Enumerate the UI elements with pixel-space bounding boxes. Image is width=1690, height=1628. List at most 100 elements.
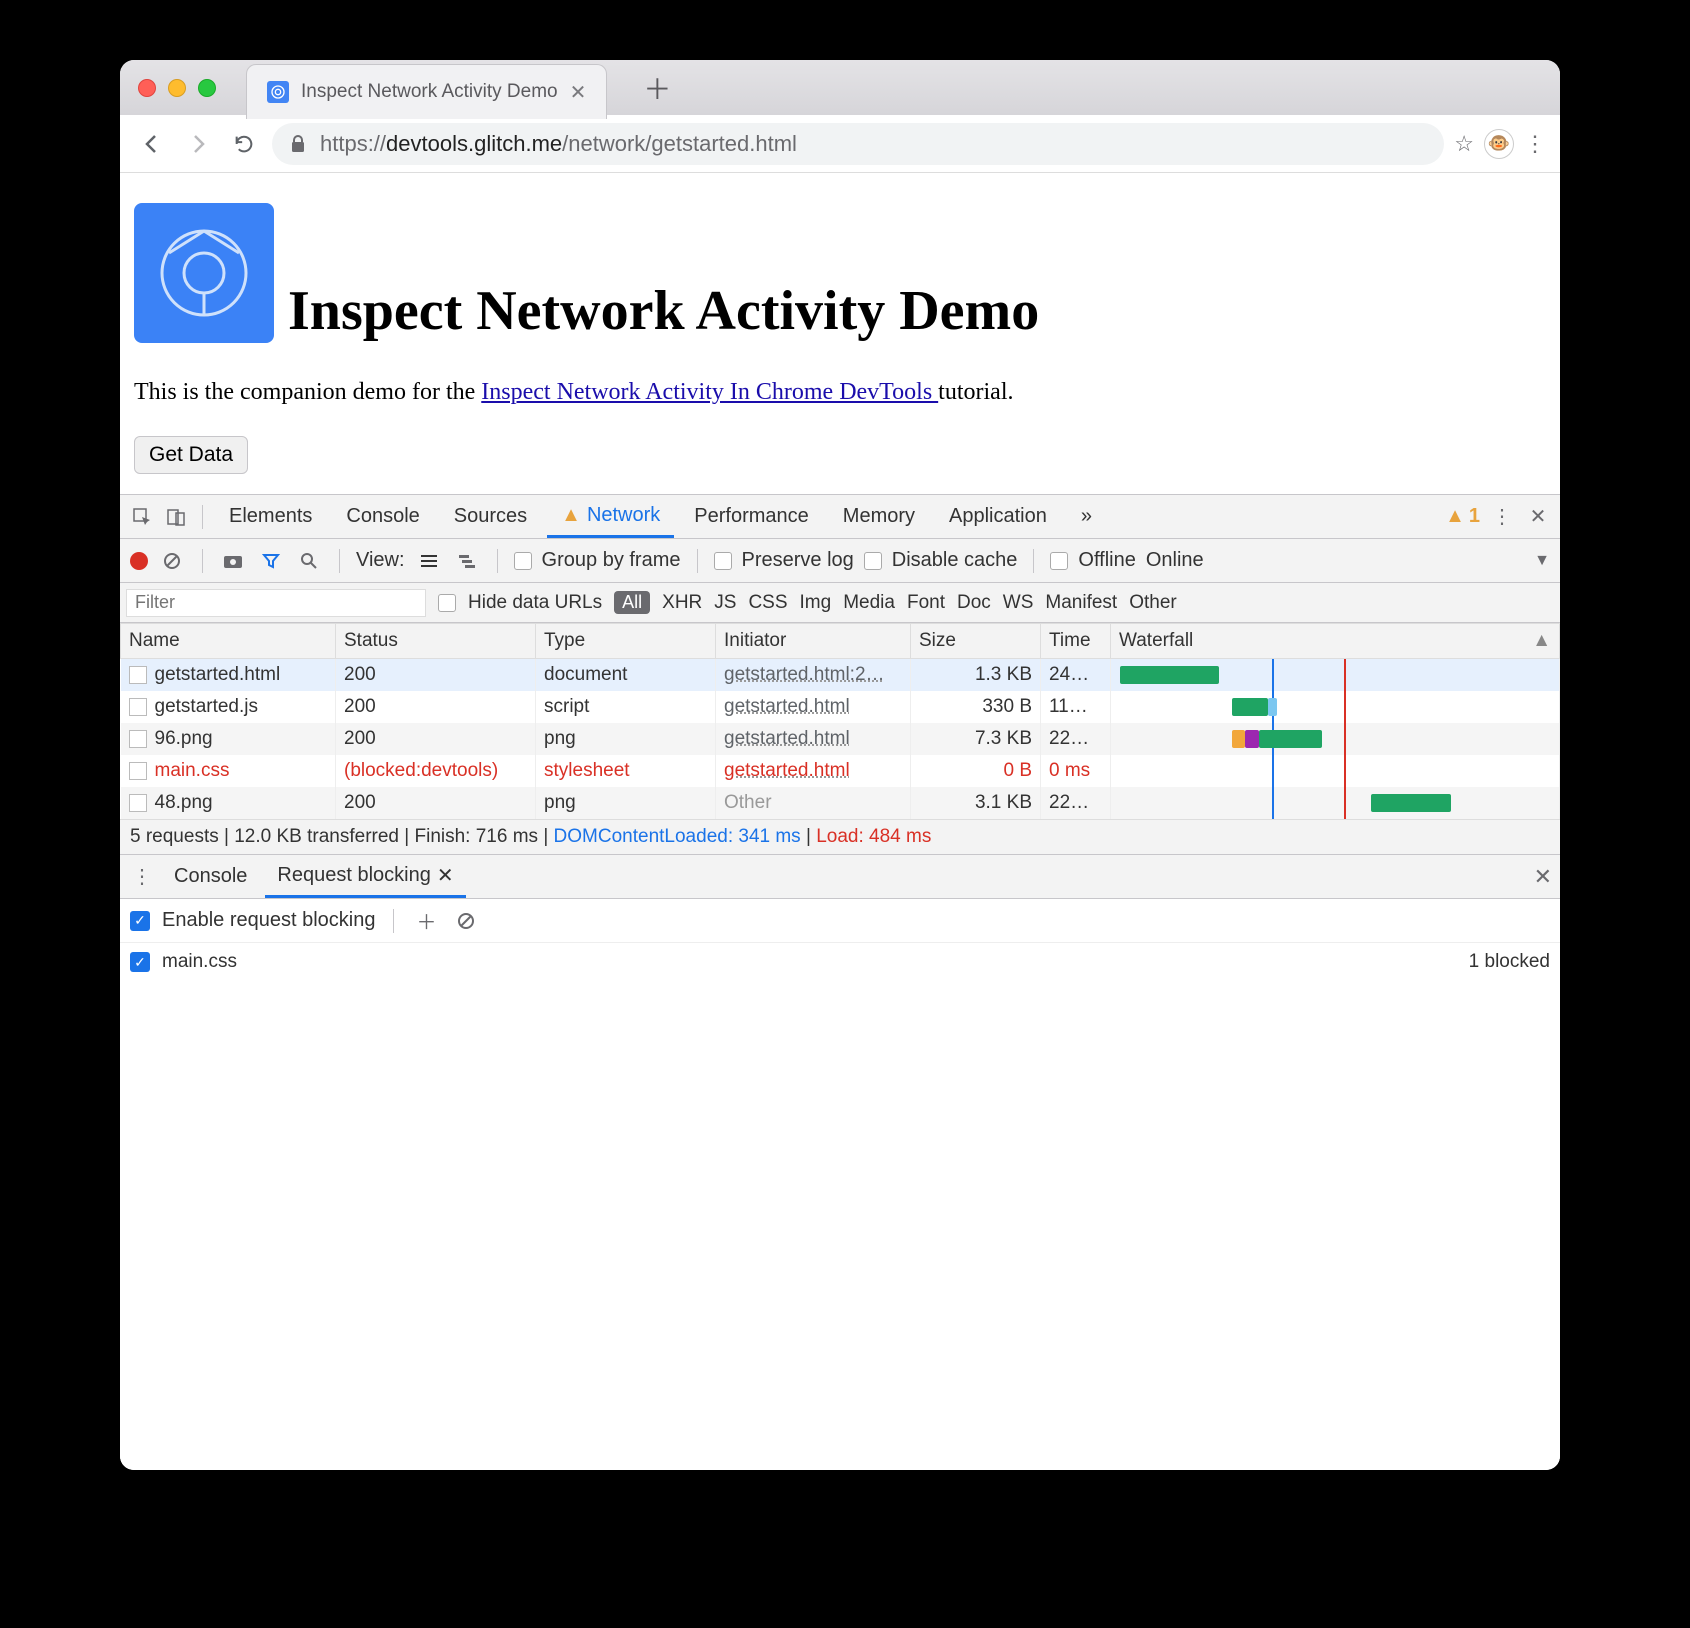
table-row[interactable]: getstarted.html200documentgetstarted.htm… [121,659,1560,692]
menu-icon[interactable]: ⋮ [1524,131,1546,157]
clear-icon[interactable] [158,547,186,575]
blocking-pattern-row[interactable]: ✓ main.css 1 blocked [120,943,1560,981]
hide-data-urls-label: Hide data URLs [468,592,602,614]
screenshot-icon[interactable] [219,547,247,575]
devtools-tabs: Elements Console Sources ▲Network Perfor… [120,495,1560,539]
get-data-button[interactable]: Get Data [134,436,248,474]
back-button[interactable] [134,126,170,162]
col-status[interactable]: Status [336,624,536,659]
page-content: Inspect Network Activity Demo This is th… [120,173,1560,494]
table-row[interactable]: 48.png200pngOther3.1 KB22… [121,787,1560,819]
enable-blocking-label: Enable request blocking [162,909,375,932]
blocked-count: 1 blocked [1469,951,1550,973]
col-size[interactable]: Size [911,624,1041,659]
online-label[interactable]: Online [1146,549,1204,572]
tab-console[interactable]: Console [332,495,433,538]
favicon-icon [267,81,289,103]
tab-network[interactable]: ▲Network [547,495,674,538]
enable-blocking-checkbox[interactable]: ✓ [130,911,150,931]
col-initiator[interactable]: Initiator [716,624,911,659]
add-pattern-icon[interactable]: ＋ [412,907,440,935]
filter-xhr[interactable]: XHR [662,592,702,614]
filter-input[interactable] [126,589,426,617]
tab-title: Inspect Network Activity Demo [301,81,558,103]
device-toggle-icon[interactable] [162,503,190,531]
tab-elements[interactable]: Elements [215,495,326,538]
toolbar: https://devtools.glitch.me/network/getst… [120,115,1560,173]
remove-all-patterns-icon[interactable] [452,907,480,935]
filter-all[interactable]: All [614,591,650,614]
window-controls [138,79,216,97]
network-summary: 5 requests | 12.0 KB transferred | Finis… [120,819,1560,854]
tab-memory[interactable]: Memory [829,495,929,538]
view-waterfall-icon[interactable] [453,547,481,575]
filter-manifest[interactable]: Manifest [1045,592,1117,614]
warning-icon: ▲ [561,504,581,527]
disable-cache-label: Disable cache [892,549,1018,572]
table-row[interactable]: 96.png200pnggetstarted.html7.3 KB22… [121,723,1560,755]
offline-label: Offline [1078,549,1135,572]
filter-font[interactable]: Font [907,592,945,614]
warning-count[interactable]: ▲1 [1445,505,1480,528]
minimize-window-button[interactable] [168,79,186,97]
offline-checkbox[interactable] [1050,552,1068,570]
group-by-frame-checkbox[interactable] [514,552,532,570]
table-row[interactable]: main.css(blocked:devtools)stylesheetgets… [121,755,1560,787]
lock-icon [290,135,306,153]
drawer-tabs: ⋮ Console Request blocking✕ ✕ [120,855,1560,899]
view-list-icon[interactable] [415,547,443,575]
tab-application[interactable]: Application [935,495,1061,538]
pattern-text: main.css [162,951,237,973]
filter-ws[interactable]: WS [1003,592,1034,614]
hide-data-urls-checkbox[interactable] [438,594,456,612]
col-type[interactable]: Type [536,624,716,659]
close-drawer-tab-icon[interactable]: ✕ [437,863,454,888]
filter-icon[interactable] [257,547,285,575]
record-button[interactable] [130,552,148,570]
address-bar[interactable]: https://devtools.glitch.me/network/getst… [272,123,1444,165]
tutorial-link[interactable]: Inspect Network Activity In Chrome DevTo… [481,379,938,405]
filter-img[interactable]: Img [800,592,832,614]
filter-css[interactable]: CSS [748,592,787,614]
throttling-dropdown-icon[interactable]: ▼ [1534,552,1550,570]
disable-cache-checkbox[interactable] [864,552,882,570]
col-time[interactable]: Time [1041,624,1111,659]
network-toolbar: View: Group by frame Preserve log Disabl… [120,539,1560,583]
drawer-menu-icon[interactable]: ⋮ [128,863,156,891]
tabs-overflow[interactable]: » [1067,495,1106,538]
maximize-window-button[interactable] [198,79,216,97]
inspect-element-icon[interactable] [128,503,156,531]
close-tab-icon[interactable]: ✕ [570,80,587,105]
forward-button[interactable] [180,126,216,162]
col-waterfall[interactable]: Waterfall▲ [1111,624,1560,659]
table-row[interactable]: getstarted.js200scriptgetstarted.html330… [121,691,1560,723]
search-icon[interactable] [295,547,323,575]
tab-sources[interactable]: Sources [440,495,541,538]
reload-button[interactable] [226,126,262,162]
filter-media[interactable]: Media [843,592,895,614]
devtools-drawer: ⋮ Console Request blocking✕ ✕ ✓ Enable r… [120,854,1560,1470]
drawer-tab-console[interactable]: Console [162,855,259,898]
filter-js[interactable]: JS [714,592,736,614]
drawer-tab-request-blocking[interactable]: Request blocking✕ [265,855,465,898]
browser-tab[interactable]: Inspect Network Activity Demo ✕ [246,64,607,119]
drawer-close-icon[interactable]: ✕ [1534,864,1552,890]
page-heading: Inspect Network Activity Demo [288,279,1039,343]
col-name[interactable]: Name [121,624,336,659]
browser-window: Inspect Network Activity Demo ✕ ＋ https:… [120,60,1560,1470]
pattern-checkbox[interactable]: ✓ [130,952,150,972]
profile-avatar[interactable]: 🐵 [1484,129,1514,159]
new-tab-button[interactable]: ＋ [643,68,671,108]
close-window-button[interactable] [138,79,156,97]
devtools-panel: Elements Console Sources ▲Network Perfor… [120,494,1560,1470]
url-text: https://devtools.glitch.me/network/getst… [320,131,797,157]
page-logo-icon [134,203,274,343]
filter-doc[interactable]: Doc [957,592,991,614]
bookmark-icon[interactable]: ☆ [1454,131,1474,157]
devtools-close-icon[interactable]: ✕ [1524,503,1552,531]
filter-bar: Hide data URLs All XHR JS CSS Img Media … [120,583,1560,623]
tab-performance[interactable]: Performance [680,495,823,538]
preserve-log-checkbox[interactable] [714,552,732,570]
filter-other[interactable]: Other [1129,592,1177,614]
devtools-menu-icon[interactable]: ⋮ [1488,503,1516,531]
